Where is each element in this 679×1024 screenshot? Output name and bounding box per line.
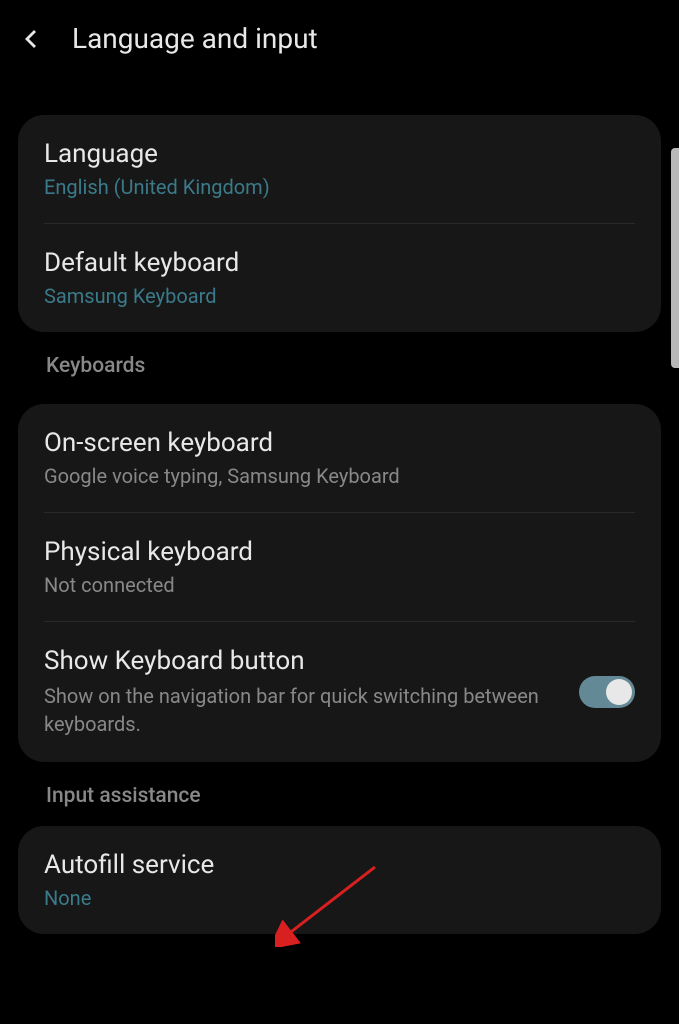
default-keyboard-title: Default keyboard xyxy=(44,248,635,278)
content: Language English (United Kingdom) Defaul… xyxy=(0,115,679,934)
keyboards-section-header: Keyboards xyxy=(18,332,661,384)
physical-keyboard-item[interactable]: Physical keyboard Not connected xyxy=(18,513,661,621)
show-keyboard-toggle[interactable] xyxy=(579,676,635,708)
autofill-value: None xyxy=(44,886,635,910)
autofill-service-item[interactable]: Autofill service None xyxy=(18,826,661,934)
input-assistance-section-header: Input assistance xyxy=(18,762,661,814)
language-value: English (United Kingdom) xyxy=(44,175,635,199)
header: Language and input xyxy=(0,0,679,77)
default-keyboard-item[interactable]: Default keyboard Samsung Keyboard xyxy=(18,224,661,332)
toggle-knob xyxy=(606,679,632,705)
show-keyboard-button-item[interactable]: Show Keyboard button Show on the navigat… xyxy=(18,622,661,762)
card-input-assistance: Autofill service None xyxy=(18,826,661,934)
show-keyboard-button-text: Show Keyboard button Show on the navigat… xyxy=(44,646,579,738)
onscreen-keyboard-value: Google voice typing, Samsung Keyboard xyxy=(44,464,635,488)
language-item[interactable]: Language English (United Kingdom) xyxy=(18,115,661,223)
onscreen-keyboard-item[interactable]: On-screen keyboard Google voice typing, … xyxy=(18,404,661,512)
card-keyboards: On-screen keyboard Google voice typing, … xyxy=(18,404,661,762)
physical-keyboard-value: Not connected xyxy=(44,573,635,597)
scrollbar[interactable] xyxy=(671,148,679,368)
back-icon[interactable] xyxy=(20,27,44,51)
show-keyboard-button-desc: Show on the navigation bar for quick swi… xyxy=(44,682,559,738)
card-language: Language English (United Kingdom) Defaul… xyxy=(18,115,661,332)
show-keyboard-button-title: Show Keyboard button xyxy=(44,646,559,676)
language-title: Language xyxy=(44,139,635,169)
onscreen-keyboard-title: On-screen keyboard xyxy=(44,428,635,458)
physical-keyboard-title: Physical keyboard xyxy=(44,537,635,567)
default-keyboard-value: Samsung Keyboard xyxy=(44,284,635,308)
autofill-title: Autofill service xyxy=(44,850,635,880)
page-title: Language and input xyxy=(72,22,318,55)
